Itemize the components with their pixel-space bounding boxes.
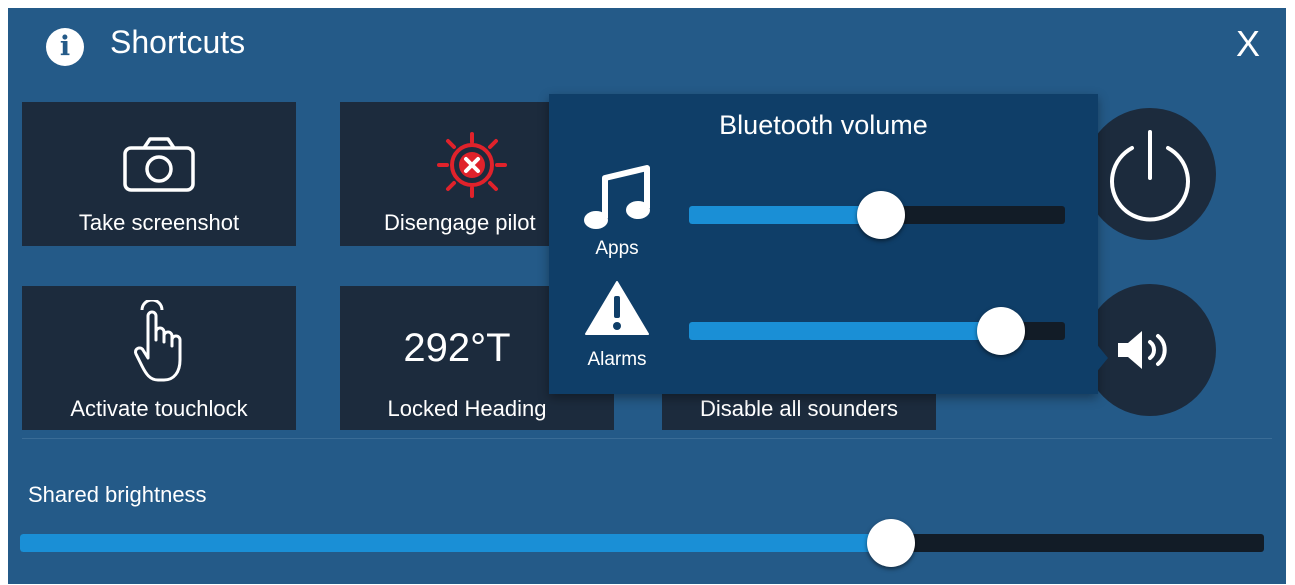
apps-volume-fill <box>689 206 881 224</box>
tile-label: Disengage pilot <box>384 210 536 235</box>
power-button[interactable] <box>1084 108 1216 240</box>
tile-label: Activate touchlock <box>70 396 248 421</box>
warning-icon <box>585 281 649 335</box>
tile-label: Locked Heading <box>387 396 547 421</box>
camera-icon <box>123 137 195 192</box>
divider <box>22 438 1272 439</box>
page-title: Shortcuts <box>110 24 246 60</box>
close-button[interactable]: X <box>1226 22 1270 66</box>
popup-pointer <box>1090 336 1108 380</box>
speaker-icon <box>1118 331 1167 369</box>
shortcuts-panel: i Shortcuts X Take screenshot Disengage … <box>8 8 1286 584</box>
brightness-fill <box>20 534 891 552</box>
pilot-disengage-icon <box>437 132 507 198</box>
touch-hand-icon <box>134 300 182 382</box>
tile-label: Disable all sounders <box>699 396 899 421</box>
alarms-label: Alarms <box>587 349 647 370</box>
brightness-slider[interactable] <box>20 534 1264 552</box>
alarms-volume-fill <box>689 322 1002 340</box>
tile-label: Take screenshot <box>78 210 240 235</box>
activate-touchlock-tile[interactable]: Activate touchlock <box>22 286 296 430</box>
take-screenshot-tile[interactable]: Take screenshot <box>22 102 296 246</box>
apps-volume-knob[interactable] <box>856 191 905 239</box>
apps-label: Apps <box>595 238 639 259</box>
music-note-icon <box>584 165 650 229</box>
alarms-volume-knob[interactable] <box>977 307 1026 355</box>
brightness-label: Shared brightness <box>28 482 207 507</box>
bluetooth-volume-popup: Bluetooth volume Apps Alarms <box>549 94 1098 394</box>
brightness-knob[interactable] <box>866 519 915 567</box>
power-icon <box>1110 130 1190 222</box>
info-icon: i <box>46 28 84 66</box>
popup-title: Bluetooth volume <box>719 110 928 140</box>
